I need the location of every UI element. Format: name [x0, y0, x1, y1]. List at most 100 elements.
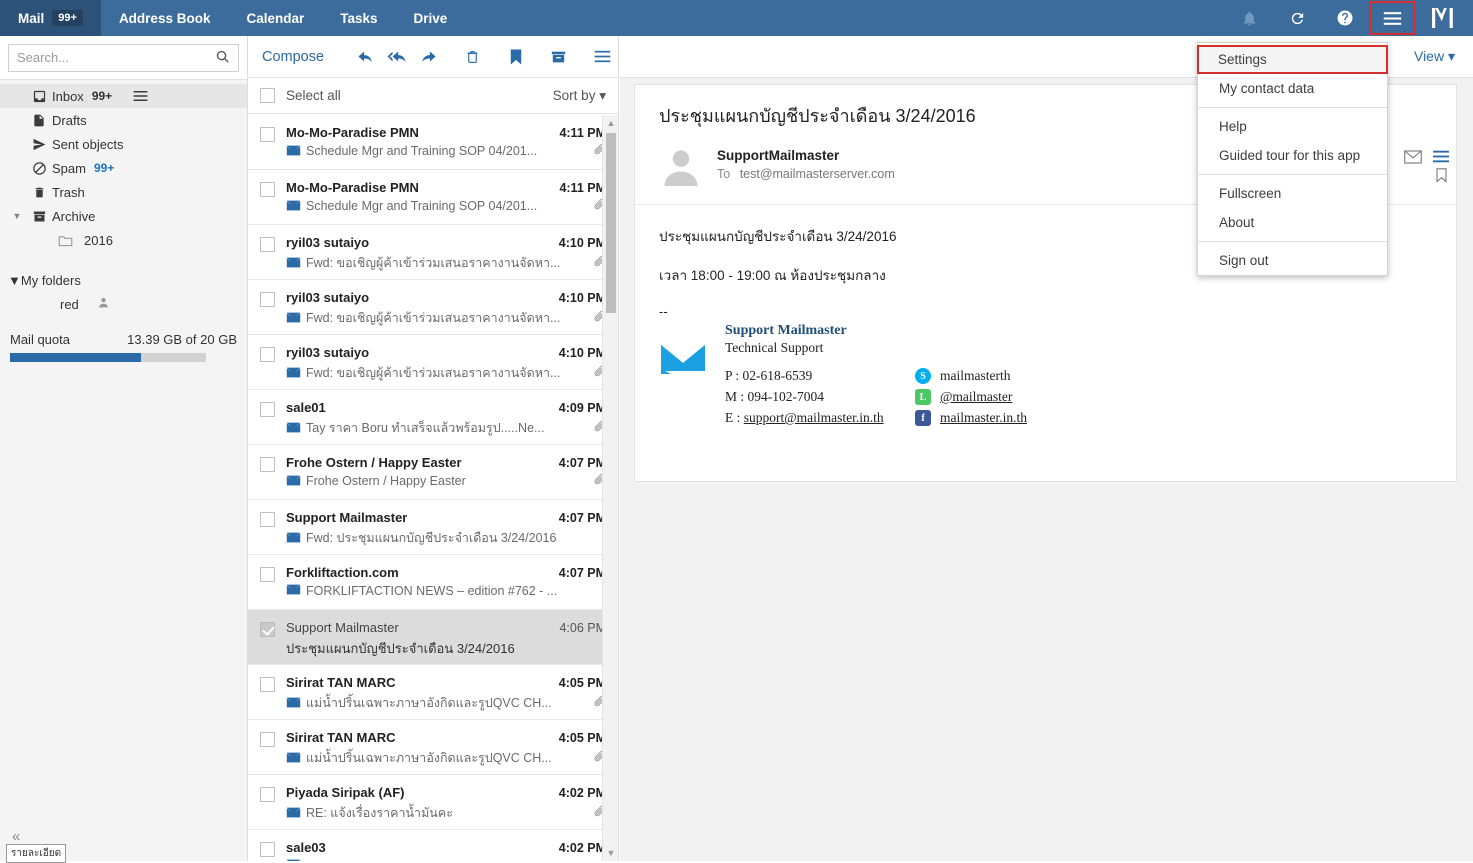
mail-list-item[interactable]: Support Mailmaster 4:06 PM ประชุมแผนกบัญชี… [248, 610, 618, 665]
sidebar-item-archive[interactable]: ▼ Archive [0, 204, 247, 228]
mail-list-item[interactable]: sale03 4:02 PM [248, 830, 618, 861]
unread-envelope-icon [285, 806, 306, 821]
sidebar-section-my-folders[interactable]: ▼ My folders [0, 268, 247, 292]
more-menu-icon[interactable] [586, 36, 618, 78]
scroll-down-arrow-icon[interactable]: ▼ [603, 845, 619, 861]
view-dropdown[interactable]: View ▾ [1414, 48, 1455, 65]
mail-item-line-bottom: Fwd: ขอเชิญผู้ค้าเข้าร่วมเสนอราคางานจัดห… [285, 308, 606, 328]
search-box[interactable] [8, 43, 239, 72]
mail-item-checkbox[interactable] [260, 677, 275, 692]
mail-list-item[interactable]: ryil03 sutaiyo 4:10 PM Fwd: ขอเชิญผู้ค้าเข… [248, 225, 618, 280]
menu-item-help[interactable]: Help [1198, 112, 1387, 141]
spam-icon [26, 161, 52, 176]
menu-item-my-contact-data[interactable]: My contact data [1198, 74, 1387, 103]
search-input[interactable] [17, 50, 215, 65]
mail-list-item[interactable]: Support Mailmaster 4:07 PM Fwd: ประชุมแผนก… [248, 500, 618, 555]
signature-phone: P : 02-618-6539 [725, 368, 813, 383]
mail-list-item[interactable]: ryil03 sutaiyo 4:10 PM Fwd: ขอเชิญผู้ค้าเข… [248, 280, 618, 335]
mail-list-item[interactable]: Sirirat TAN MARC 4:05 PM แม่น้ำปริ้นเฉพาะภ… [248, 665, 618, 720]
sort-by-dropdown[interactable]: Sort by ▾ [553, 88, 606, 104]
mail-item-checkbox[interactable] [260, 237, 275, 252]
mail-item-checkbox[interactable] [260, 732, 275, 747]
scrollbar-thumb[interactable] [606, 133, 616, 313]
signature-email-link[interactable]: support@mailmaster.in.th [744, 410, 884, 425]
mail-item-body: Support Mailmaster 4:06 PM ประชุมแผนกบัญชี… [286, 620, 606, 659]
mail-item-sender: Forkliftaction.com [286, 565, 399, 580]
menu-item-sign-out[interactable]: Sign out [1198, 246, 1387, 275]
bookmark-icon[interactable] [1435, 168, 1448, 186]
archive-icon[interactable] [543, 36, 575, 78]
mail-item-checkbox[interactable] [260, 182, 275, 197]
mail-list-item[interactable]: Sirirat TAN MARC 4:05 PM แม่น้ำปริ้นเฉพาะภ… [248, 720, 618, 775]
menu-item-guided-tour[interactable]: Guided tour for this app [1198, 141, 1387, 170]
sidebar-item-spam[interactable]: Spam 99+ [0, 156, 247, 180]
app-tab-drive[interactable]: Drive [396, 0, 466, 36]
mail-list-item[interactable]: Mo-Mo-Paradise PMN 4:11 PM Schedule Mgr an… [248, 170, 618, 225]
mail-item-checkbox[interactable] [260, 292, 275, 307]
mail-item-time: 4:09 PM [558, 401, 606, 415]
mail-item-subject: ประชุมแผนกบัญชีประจำเดือน 3/24/2016 [286, 641, 515, 656]
mail-item-checkbox[interactable] [260, 622, 275, 637]
mail-list-scroll-area[interactable]: Mo-Mo-Paradise PMN 4:11 PM Schedule Mgr an… [248, 115, 618, 861]
help-icon[interactable] [1321, 0, 1369, 36]
menu-item-about[interactable]: About [1198, 208, 1387, 237]
reply-icon[interactable] [350, 36, 382, 78]
app-tab-tasks[interactable]: Tasks [322, 0, 395, 36]
mail-list-item[interactable]: Piyada Siripak (AF) 4:02 PM RE: แจ้งเรื่อง… [248, 775, 618, 830]
sidebar-item-inbox[interactable]: Inbox 99+ [0, 84, 247, 108]
sidebar-item-archive-2016[interactable]: 2016 [0, 228, 247, 252]
sidebar-item-red[interactable]: red [0, 292, 247, 316]
chevron-down-icon[interactable]: ▼ [8, 211, 26, 221]
chevron-down-icon[interactable]: ▼ [8, 273, 21, 288]
mail-item-checkbox[interactable] [260, 787, 275, 802]
app-tab-mail[interactable]: Mail 99+ [0, 0, 101, 36]
forward-icon[interactable] [413, 36, 445, 78]
mail-item-checkbox[interactable] [260, 347, 275, 362]
flag-icon[interactable] [500, 36, 532, 78]
hamburger-menu-icon[interactable] [1369, 1, 1415, 35]
spam-count: 99+ [93, 161, 115, 175]
sidebar-item-trash[interactable]: Trash [0, 180, 247, 204]
folder-menu-icon[interactable] [122, 84, 158, 108]
quota-bar [10, 353, 206, 362]
sidebar-item-sent-objects[interactable]: Sent objects [0, 132, 247, 156]
mail-list-item[interactable]: Forkliftaction.com 4:07 PM FORKLIFTACTION … [248, 555, 618, 610]
search-icon[interactable] [215, 49, 230, 67]
unread-envelope-icon [285, 144, 306, 159]
mail-item-sender: Mo-Mo-Paradise PMN [286, 125, 419, 140]
mail-list-item[interactable]: ryil03 sutaiyo 4:10 PM Fwd: ขอเชิญผู้ค้าเข… [248, 335, 618, 390]
mail-list-scrollbar[interactable]: ▲ ▼ [602, 115, 618, 861]
menu-item-settings[interactable]: Settings [1197, 45, 1388, 74]
select-all-checkbox[interactable] [260, 88, 275, 103]
app-tab-address-book[interactable]: Address Book [101, 0, 229, 36]
mail-list-item[interactable]: sale01 4:09 PM Tay ราคา Boru ทำเสร็จแล้วพร… [248, 390, 618, 445]
mail-item-checkbox[interactable] [260, 457, 275, 472]
scroll-up-arrow-icon[interactable]: ▲ [603, 115, 619, 131]
sidebar-item-drafts[interactable]: Drafts [0, 108, 247, 132]
mail-list-item[interactable]: Frohe Ostern / Happy Easter 4:07 PM Frohe … [248, 445, 618, 500]
mail-list-panel: Compose Select all Sort by ▾ Mo-Mo-Parad… [248, 36, 619, 861]
menu-item-fullscreen[interactable]: Fullscreen [1198, 179, 1387, 208]
reply-all-icon[interactable] [381, 36, 413, 78]
app-tab-calendar[interactable]: Calendar [228, 0, 322, 36]
mail-item-time: 4:02 PM [558, 841, 606, 855]
mail-item-subject: Fwd: ขอเชิญผู้ค้าเข้าร่วมเสนอราคางานจัดห… [306, 366, 561, 380]
folder-icon [52, 234, 78, 247]
collapse-sidebar-button[interactable]: « [12, 828, 20, 845]
signature-columns: P : 02-618-6539 M : 094-102-7004 E : sup… [725, 368, 1027, 431]
facebook-handle[interactable]: mailmaster.in.th [940, 410, 1027, 426]
envelope-icon[interactable] [1404, 150, 1422, 167]
app-header: Mail 99+ Address Book Calendar Tasks Dri… [0, 0, 1473, 36]
bell-icon[interactable] [1225, 0, 1273, 36]
mail-item-checkbox[interactable] [260, 127, 275, 142]
mail-item-checkbox[interactable] [260, 567, 275, 582]
mail-item-checkbox[interactable] [260, 842, 275, 857]
mail-item-checkbox[interactable] [260, 512, 275, 527]
refresh-icon[interactable] [1273, 0, 1321, 36]
compose-button[interactable]: Compose [248, 49, 338, 65]
delete-icon[interactable] [456, 36, 488, 78]
mail-list-item[interactable]: Mo-Mo-Paradise PMN 4:11 PM Schedule Mgr an… [248, 115, 618, 170]
more-menu-icon[interactable] [1432, 150, 1450, 166]
mail-item-checkbox[interactable] [260, 402, 275, 417]
line-handle[interactable]: @mailmaster [940, 389, 1012, 405]
